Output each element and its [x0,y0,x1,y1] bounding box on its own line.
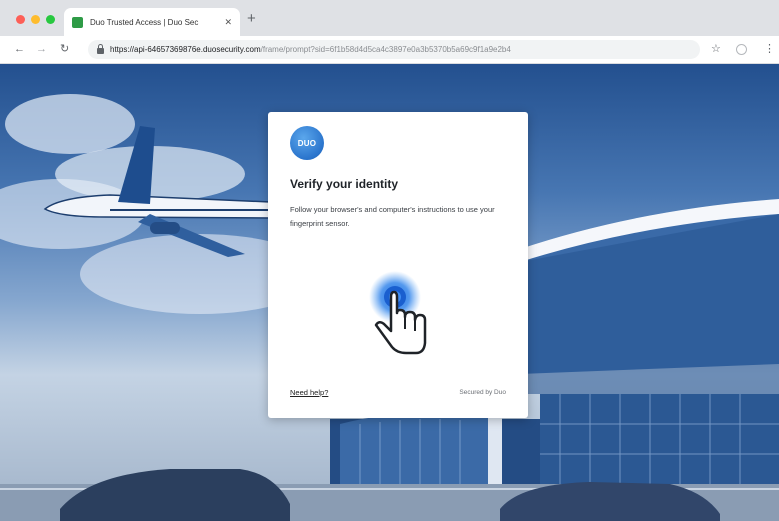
duo-prompt-dialog: DUO Verify your identity Follow your bro… [268,112,528,418]
address-bar[interactable]: https://api-64657369876e.duosecurity.com… [88,40,700,59]
window-minimize-button[interactable] [31,15,40,24]
window-maximize-button[interactable] [46,15,55,24]
prompt-heading: Verify your identity [290,177,399,191]
url-host: https://api-64657369876e.duosecurity.com [110,45,261,54]
url-text: https://api-64657369876e.duosecurity.com… [110,45,511,54]
duo-logo: DUO [290,126,324,160]
reload-icon[interactable]: ↻ [60,42,69,56]
page-content: DUO Verify your identity Follow your bro… [0,64,779,521]
tab-title: Duo Trusted Access | Duo Sec [90,17,199,27]
prompt-instructions: Follow your browser's and computer's ins… [290,205,495,228]
window-close-button[interactable] [16,15,25,24]
browser-tab[interactable]: Duo Trusted Access | Duo Sec ✕ [64,8,240,36]
kebab-menu-icon[interactable]: ⋮ [764,43,775,55]
arrow-left-icon[interactable]: ← [14,42,25,56]
lock-icon [97,44,104,54]
browser-toolbar: ← → ↻ https://api-64657369876e.duosecuri… [0,36,779,64]
duo-logo-text: DUO [297,138,317,148]
fingerprint-touch-hand-icon [369,271,427,355]
duo-favicon-icon [72,16,83,28]
star-icon[interactable]: ☆ [711,43,721,55]
plus-icon[interactable]: + [247,11,256,26]
browser-window: Duo Trusted Access | Duo Sec ✕ + ← → ↻ h… [0,0,779,521]
secured-by-text: Secured by Duo [459,389,506,396]
arrow-right-icon[interactable]: → [36,42,47,56]
tab-strip: Duo Trusted Access | Duo Sec ✕ + [0,0,779,36]
extension-icon[interactable] [736,44,747,55]
url-path: /frame/prompt?sid=6f1b58d4d5ca4c3897e0a3… [260,45,511,54]
need-help-link[interactable]: Need help? [290,388,328,397]
close-icon[interactable]: ✕ [224,17,232,28]
